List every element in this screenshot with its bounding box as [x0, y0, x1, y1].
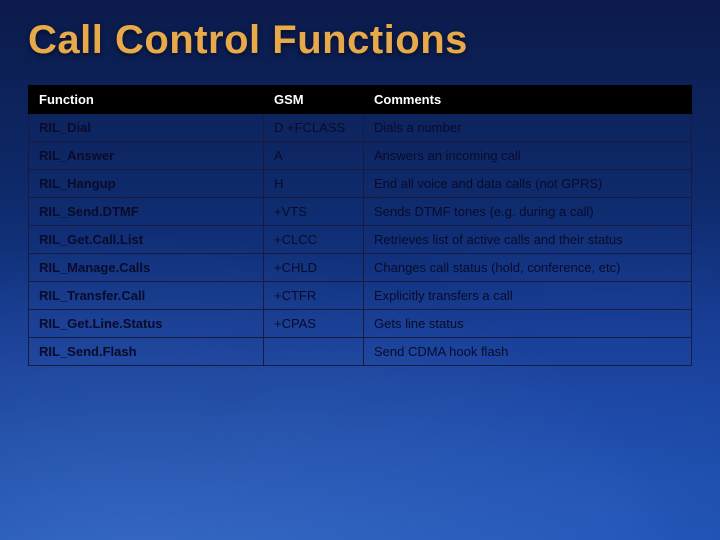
- page-title: Call Control Functions: [28, 18, 692, 63]
- col-header-function: Function: [29, 86, 264, 114]
- table-row: RIL_Transfer.Call +CTFR Explicitly trans…: [29, 282, 692, 310]
- table-row: RIL_Dial D +FCLASS Dials a number: [29, 114, 692, 142]
- cell-comments: Dials a number: [364, 114, 692, 142]
- table-row: RIL_Send.DTMF +VTS Sends DTMF tones (e.g…: [29, 198, 692, 226]
- cell-function: RIL_Send.Flash: [29, 338, 264, 366]
- cell-comments: Sends DTMF tones (e.g. during a call): [364, 198, 692, 226]
- cell-gsm: D +FCLASS: [264, 114, 364, 142]
- cell-function: RIL_Transfer.Call: [29, 282, 264, 310]
- cell-comments: Changes call status (hold, conference, e…: [364, 254, 692, 282]
- col-header-comments: Comments: [364, 86, 692, 114]
- col-header-gsm: GSM: [264, 86, 364, 114]
- cell-gsm: A: [264, 142, 364, 170]
- slide: Call Control Functions Function GSM Comm…: [0, 0, 720, 540]
- cell-comments: Send CDMA hook flash: [364, 338, 692, 366]
- functions-table: Function GSM Comments RIL_Dial D +FCLASS…: [28, 85, 692, 366]
- cell-function: RIL_Get.Call.List: [29, 226, 264, 254]
- cell-function: RIL_Hangup: [29, 170, 264, 198]
- cell-gsm: [264, 338, 364, 366]
- table-row: RIL_Send.Flash Send CDMA hook flash: [29, 338, 692, 366]
- cell-comments: Explicitly transfers a call: [364, 282, 692, 310]
- cell-function: RIL_Send.DTMF: [29, 198, 264, 226]
- cell-function: RIL_Dial: [29, 114, 264, 142]
- cell-comments: Answers an incoming call: [364, 142, 692, 170]
- cell-comments: Gets line status: [364, 310, 692, 338]
- cell-gsm: +VTS: [264, 198, 364, 226]
- cell-gsm: H: [264, 170, 364, 198]
- cell-gsm: +CHLD: [264, 254, 364, 282]
- cell-gsm: +CLCC: [264, 226, 364, 254]
- table-header-row: Function GSM Comments: [29, 86, 692, 114]
- cell-function: RIL_Get.Line.Status: [29, 310, 264, 338]
- table-row: RIL_Answer A Answers an incoming call: [29, 142, 692, 170]
- cell-gsm: +CTFR: [264, 282, 364, 310]
- table-row: RIL_Get.Call.List +CLCC Retrieves list o…: [29, 226, 692, 254]
- cell-comments: Retrieves list of active calls and their…: [364, 226, 692, 254]
- cell-comments: End all voice and data calls (not GPRS): [364, 170, 692, 198]
- cell-gsm: +CPAS: [264, 310, 364, 338]
- cell-function: RIL_Answer: [29, 142, 264, 170]
- table-row: RIL_Get.Line.Status +CPAS Gets line stat…: [29, 310, 692, 338]
- cell-function: RIL_Manage.Calls: [29, 254, 264, 282]
- table-row: RIL_Manage.Calls +CHLD Changes call stat…: [29, 254, 692, 282]
- table-row: RIL_Hangup H End all voice and data call…: [29, 170, 692, 198]
